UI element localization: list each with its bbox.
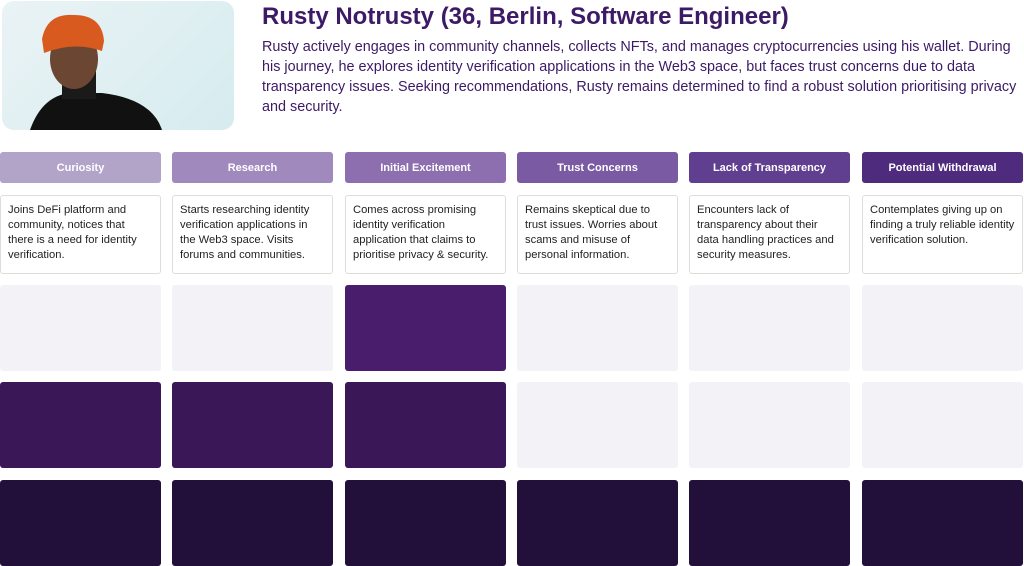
emotion-cell-empty [689,382,850,468]
persona-photo [2,1,234,130]
stage-header: Research [172,152,333,183]
stage-description: Encounters lack of transparency about th… [689,195,850,274]
stage-header: Lack of Transparency [689,152,850,183]
emotion-cell-empty [517,382,678,468]
emotion-cell-empty [862,382,1023,468]
emotion-cell-filled [345,382,506,468]
emotion-cell-filled [0,382,161,468]
emotion-cell-filled [862,480,1023,566]
persona-description: Rusty actively engages in community chan… [262,39,1017,115]
person-image [30,14,162,130]
emotion-cell-empty [689,285,850,371]
persona-title: Rusty Notrusty (36, Berlin, Software Eng… [262,3,789,30]
emotion-cell-empty [172,285,333,371]
emotion-cell-filled [517,480,678,566]
emotion-cell-filled [689,480,850,566]
stage-header: Initial Excitement [345,152,506,183]
stage-header: Potential Withdrawal [862,152,1023,183]
stage-header: Curiosity [0,152,161,183]
emotion-cell-filled [0,480,161,566]
emotion-cell-filled [345,285,506,371]
stage-description: Contemplates giving up on finding a trul… [862,195,1023,274]
emotion-cell-empty [0,285,161,371]
emotion-cell-filled [172,480,333,566]
emotion-cell-filled [345,480,506,566]
emotion-cell-empty [517,285,678,371]
stage-description: Joins DeFi platform and community, notic… [0,195,161,274]
stage-description: Comes across promising identity verifica… [345,195,506,274]
emotion-cell-empty [862,285,1023,371]
emotion-cell-filled [172,382,333,468]
stage-description: Starts researching identity verification… [172,195,333,274]
stage-description: Remains skeptical due to trust issues. W… [517,195,678,274]
stage-header: Trust Concerns [517,152,678,183]
